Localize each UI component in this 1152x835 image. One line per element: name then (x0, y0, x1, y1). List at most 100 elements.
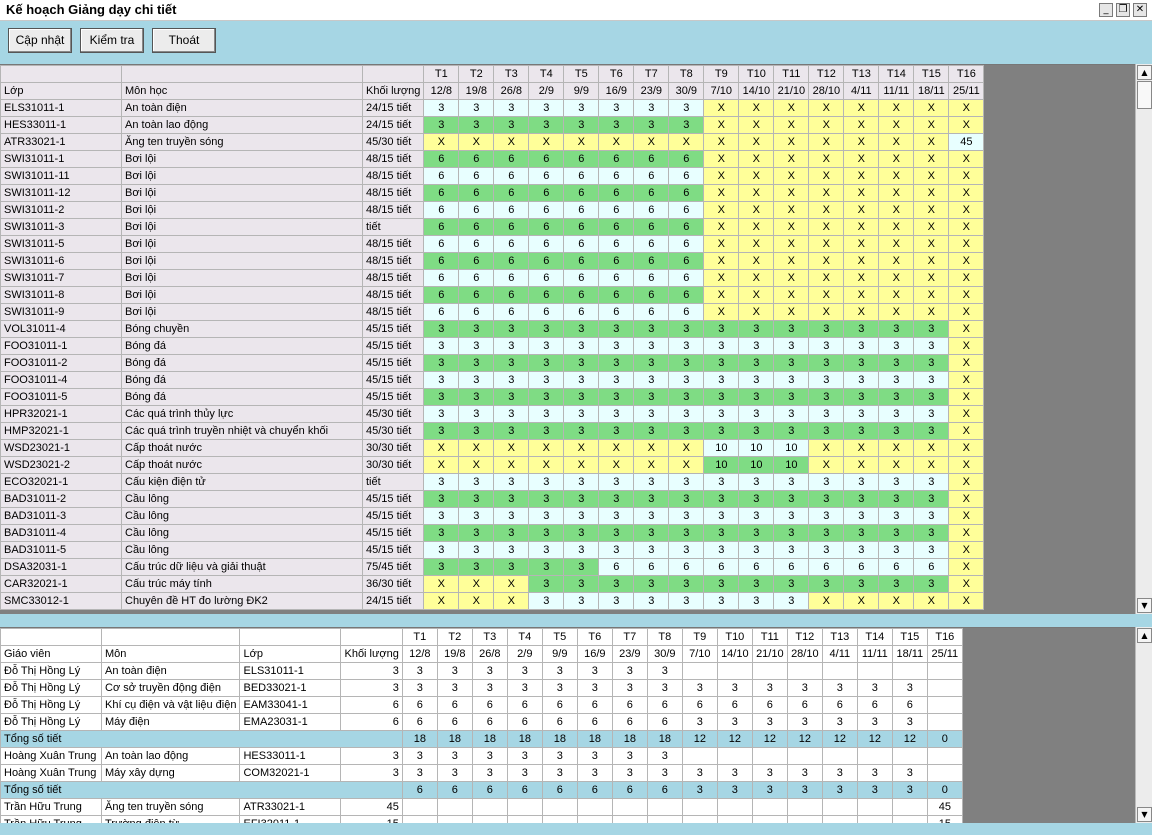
period-cell[interactable]: 6 (786, 696, 823, 714)
period-cell[interactable]: X (738, 235, 775, 253)
table-row[interactable]: SWI31011-12 Bơi lội 48/15 tiết 6 6 6 6 6 6 6 6 X X X X… (0, 184, 985, 202)
period-cell[interactable]: 3 (668, 490, 705, 508)
period-cell[interactable]: 3 (843, 405, 880, 423)
class-code-cell[interactable]: SWI31011-3 (0, 218, 122, 236)
period-cell[interactable]: X (843, 592, 880, 610)
period-cell[interactable]: 6 (506, 713, 543, 731)
period-cell[interactable]: 6 (716, 696, 753, 714)
period-cell[interactable] (471, 815, 508, 823)
period-cell[interactable]: 3 (856, 781, 893, 799)
table-row[interactable]: SWI31011-2 Bơi lội 48/15 tiết 6 6 6 6 6 6 6 6 X X X X X… (0, 201, 985, 219)
period-cell[interactable]: 3 (528, 320, 565, 338)
subject-cell[interactable]: Cầu lông (121, 507, 363, 525)
period-cell[interactable] (856, 798, 893, 816)
period-cell[interactable]: 3 (458, 524, 495, 542)
period-cell[interactable]: 3 (703, 388, 740, 406)
load-cell[interactable]: 48/15 tiết (361, 184, 425, 202)
subject-cell[interactable]: Ăng ten truyền sóng (121, 133, 363, 151)
pane-splitter[interactable] (0, 614, 1152, 627)
period-cell[interactable]: 6 (633, 235, 670, 253)
period-cell[interactable]: X (808, 592, 845, 610)
table-row[interactable]: SMC33012-1 Chuyên đề HT đo lường ĐK2 24/15… (0, 592, 985, 610)
period-cell[interactable]: 6 (598, 252, 635, 270)
period-cell[interactable]: X (878, 218, 915, 236)
scroll-up-icon[interactable]: ▲ (1137, 65, 1152, 80)
period-cell[interactable]: X (493, 592, 530, 610)
period-cell[interactable]: 3 (458, 507, 495, 525)
header-date[interactable]: 2/9 (528, 82, 565, 100)
period-cell[interactable]: 3 (528, 337, 565, 355)
period-cell[interactable]: X (808, 167, 845, 185)
header-week[interactable]: T7 (611, 628, 648, 646)
period-cell[interactable]: 3 (528, 354, 565, 372)
period-cell[interactable]: 6 (576, 781, 613, 799)
period-cell[interactable]: 3 (913, 490, 950, 508)
table-row[interactable]: ATR33021-1 Ăng ten truyền sóng 45/30 tiết X… (0, 133, 985, 151)
period-cell[interactable]: X (878, 133, 915, 151)
period-cell[interactable] (716, 747, 753, 765)
header-date[interactable]: 19/8 (458, 82, 495, 100)
period-cell[interactable]: 3 (611, 679, 648, 697)
subject-cell[interactable]: Cầu lông (121, 541, 363, 559)
subject-cell[interactable]: Bóng đá (121, 337, 363, 355)
period-cell[interactable]: 6 (563, 303, 600, 321)
period-cell[interactable]: 3 (633, 99, 670, 117)
period-cell[interactable]: X (878, 167, 915, 185)
period-cell[interactable]: 6 (423, 235, 460, 253)
period-cell[interactable]: 45 (926, 798, 963, 816)
period-cell[interactable]: 3 (423, 337, 460, 355)
period-cell[interactable]: X (913, 99, 950, 117)
period-cell[interactable]: 6 (436, 713, 473, 731)
period-cell[interactable] (541, 815, 578, 823)
period-cell[interactable]: 3 (913, 507, 950, 525)
period-cell[interactable]: 3 (563, 371, 600, 389)
period-cell[interactable]: 6 (563, 150, 600, 168)
period-cell[interactable]: 3 (458, 320, 495, 338)
period-cell[interactable]: X (913, 439, 950, 457)
period-cell[interactable]: 0 (926, 781, 963, 799)
period-cell[interactable]: 12 (786, 730, 823, 748)
period-cell[interactable]: 3 (541, 764, 578, 782)
period-cell[interactable]: 18 (436, 730, 473, 748)
period-cell[interactable]: 3 (633, 388, 670, 406)
period-cell[interactable]: X (458, 592, 495, 610)
period-cell[interactable]: 6 (528, 252, 565, 270)
period-cell[interactable]: 6 (773, 558, 810, 576)
class-code-cell[interactable]: ATR33021-1 (0, 133, 122, 151)
period-cell[interactable]: 6 (633, 558, 670, 576)
period-cell[interactable]: X (878, 99, 915, 117)
period-cell[interactable]: 3 (891, 713, 928, 731)
teacher-cell[interactable]: Trần Hữu Trung (0, 815, 102, 823)
period-cell[interactable]: X (843, 133, 880, 151)
period-cell[interactable]: 6 (633, 286, 670, 304)
load-cell[interactable]: 48/15 tiết (361, 150, 425, 168)
period-cell[interactable] (751, 662, 788, 680)
period-cell[interactable] (926, 679, 963, 697)
table-row[interactable]: FOO31011-4 Bóng đá 45/15 tiết 3 3 3 3 3 3 3 3 3 3 3 3 3… (0, 371, 985, 389)
period-cell[interactable]: 3 (843, 507, 880, 525)
period-cell[interactable]: 6 (576, 713, 613, 731)
period-cell[interactable]: X (703, 133, 740, 151)
period-cell[interactable]: 6 (598, 184, 635, 202)
period-cell[interactable]: 3 (423, 116, 460, 134)
period-cell[interactable]: 3 (436, 662, 473, 680)
period-cell[interactable]: 3 (668, 337, 705, 355)
period-cell[interactable]: 3 (843, 388, 880, 406)
table-row[interactable]: VOL31011-4 Bóng chuyền 45/15 tiết 3 3 3 3 3 3 3 3 3… (0, 320, 985, 338)
period-cell[interactable]: 3 (843, 490, 880, 508)
period-cell[interactable]: 3 (681, 781, 718, 799)
load-cell[interactable]: 48/15 tiết (361, 269, 425, 287)
class-code-cell[interactable]: HPR32021-1 (0, 405, 122, 423)
subject-cell[interactable]: Các quá trình truyền nhiệt và chuyển khố… (121, 422, 363, 440)
period-cell[interactable]: 3 (633, 405, 670, 423)
period-cell[interactable]: X (948, 524, 985, 542)
load-cell[interactable]: 30/30 tiết (361, 456, 425, 474)
period-cell[interactable]: X (808, 218, 845, 236)
subject-cell[interactable]: Cấp thoát nước (121, 439, 363, 457)
period-cell[interactable] (716, 662, 753, 680)
period-cell[interactable]: 3 (423, 473, 460, 491)
period-cell[interactable]: 3 (563, 592, 600, 610)
period-cell[interactable]: 6 (598, 269, 635, 287)
period-cell[interactable]: 3 (878, 371, 915, 389)
load-cell[interactable]: 3 (340, 679, 403, 697)
